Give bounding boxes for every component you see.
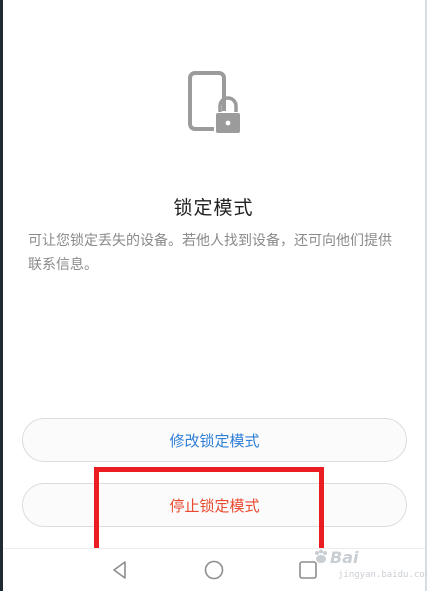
phone-lock-icon: [188, 71, 242, 135]
home-icon[interactable]: [202, 558, 226, 582]
stop-lock-mode-button[interactable]: 停止锁定模式: [22, 483, 407, 527]
description-text: 可让您锁定丢失的设备。若他人找到设备，还可向他们提供联系信息。: [28, 233, 392, 273]
recent-apps-icon[interactable]: [296, 558, 320, 582]
back-icon[interactable]: [108, 558, 132, 582]
modify-lock-mode-button[interactable]: 修改锁定模式: [22, 418, 407, 462]
navigation-bar: [3, 548, 425, 592]
left-edge: [0, 0, 3, 591]
page-title: 锁定模式: [173, 197, 254, 219]
